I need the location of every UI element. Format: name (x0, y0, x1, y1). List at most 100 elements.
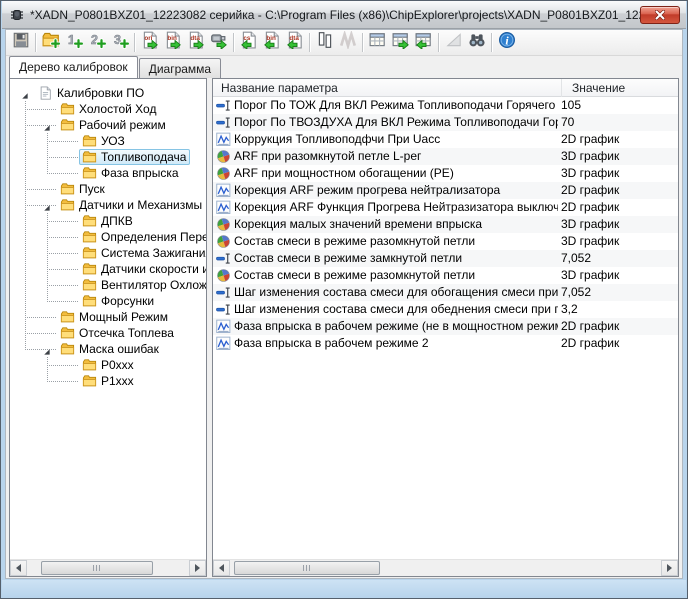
open-table-button[interactable] (366, 31, 389, 54)
parameter-row[interactable]: ARF при мощностном обогащении (РЕ) 3D гр… (213, 165, 678, 182)
scroll-right-button[interactable] (661, 560, 678, 576)
export-dta-button[interactable]: dta (184, 31, 207, 54)
expander-icon[interactable] (42, 345, 51, 354)
export-device-button[interactable] (207, 31, 230, 54)
add-layer-1-button[interactable]: 1 (62, 31, 85, 54)
tree-item-label: Калибровки ПО (57, 86, 144, 100)
param-value: 3,2 (561, 302, 578, 316)
tree-connector (25, 165, 26, 181)
file-out-icon: bin (164, 31, 182, 54)
expander-icon[interactable] (42, 121, 51, 130)
tree-item[interactable]: Датчики и Механизмы (10, 197, 206, 213)
tab-diagram[interactable]: Диаграмма (139, 58, 221, 78)
save-project-button[interactable] (9, 31, 32, 54)
tree-item[interactable]: Система Зажигания (10, 245, 206, 261)
tree-item[interactable]: УОЗ (10, 133, 206, 149)
folder-plus-icon (42, 31, 60, 54)
parameter-row[interactable]: Корекция ARF Функция Прогрева Нейтразиза… (213, 199, 678, 216)
parameter-row[interactable]: ARF при разомкнутой петле L-рег 3D графи… (213, 148, 678, 165)
list-horizontal-scrollbar[interactable] (213, 559, 678, 576)
tree-item[interactable]: Маска ошибак (10, 341, 206, 357)
folder-icon (60, 198, 75, 212)
calibration-tree: Калибровки ПО Холостой Ход Рабочий режим… (10, 79, 206, 389)
parameter-row[interactable]: Шаг изменения состава смеси для обогащен… (213, 284, 678, 301)
export-bin-button[interactable]: bin (161, 31, 184, 54)
import-bin-button[interactable]: bin (260, 31, 283, 54)
compare-dumps-button[interactable] (313, 31, 336, 54)
measure-button[interactable] (442, 31, 465, 54)
parameter-row[interactable]: Фаза впрыска в рабочем режиме (не в мощн… (213, 318, 678, 335)
toolbar-separator (233, 33, 234, 52)
folder-icon (82, 278, 97, 292)
tree-item[interactable]: Рабочий режим (10, 117, 206, 133)
tree-item[interactable]: Фаза впрыска (10, 165, 206, 181)
column-header-value[interactable]: Значение (561, 79, 625, 97)
scroll-thumb[interactable] (234, 561, 380, 575)
document-icon (38, 86, 53, 100)
info-button[interactable]: i (495, 31, 518, 54)
search-button[interactable] (465, 31, 488, 54)
arrow-right-icon (667, 564, 672, 572)
arrow-right-icon (195, 564, 200, 572)
folder-icon (60, 118, 75, 132)
scroll-left-button[interactable] (213, 560, 230, 576)
tree-item[interactable]: Определения Переда (10, 229, 206, 245)
tree-connector (47, 269, 79, 270)
scroll-thumb[interactable] (41, 561, 153, 575)
add-layer-2-button[interactable]: 2 (85, 31, 108, 54)
parameter-row[interactable]: Состав смеси в режиме замкнутой петли 7,… (213, 250, 678, 267)
folder-icon (60, 326, 75, 340)
tree-item[interactable]: Пуск (10, 181, 206, 197)
tree-item[interactable]: ДПКВ (10, 213, 206, 229)
parameter-row[interactable]: Коррукция Топливоподфчи При Uacc 2D граф… (213, 131, 678, 148)
parameter-row[interactable]: Фаза впрыска в рабочем режиме 2 2D графи… (213, 335, 678, 352)
parameter-row[interactable]: Порог По ТОЖ Для ВКЛ Режима Топливоподач… (213, 97, 678, 114)
parameter-row[interactable]: Порог По ТВОЗДУХА Для ВКЛ Режима Топливо… (213, 114, 678, 131)
tree-item[interactable]: P0xxx (10, 357, 206, 373)
close-button[interactable] (640, 6, 680, 24)
import-cs-button[interactable]: cs (237, 31, 260, 54)
add-layer-3-button[interactable]: 3 (108, 31, 131, 54)
merge-button[interactable] (336, 31, 359, 54)
folder-icon (82, 246, 97, 260)
arrow-left-icon (219, 564, 224, 572)
tree-item[interactable]: Калибровки ПО (10, 85, 206, 101)
scalar-icon (216, 115, 231, 130)
tab-calibration-tree[interactable]: Дерево калибровок (9, 56, 138, 78)
tree-horizontal-scrollbar[interactable] (10, 559, 206, 576)
folder-icon (82, 294, 97, 308)
2d-chart-icon (216, 336, 231, 351)
scroll-track[interactable] (27, 560, 189, 576)
parameter-row[interactable]: Шаг изменения состава смеси для обеднени… (213, 301, 678, 318)
scroll-track[interactable] (230, 560, 661, 576)
parameter-row[interactable]: Состав смеси в режиме разомкнутой петли … (213, 267, 678, 284)
scroll-right-button[interactable] (189, 560, 206, 576)
import-table-button[interactable] (412, 31, 435, 54)
parameter-row[interactable]: Состав смеси в режиме разомкнутой петли … (213, 233, 678, 250)
scroll-left-button[interactable] (10, 560, 27, 576)
export-table-button[interactable] (389, 31, 412, 54)
tree-item[interactable]: Форсунки (10, 293, 206, 309)
tree-item[interactable]: Вентилятор Охложде (10, 277, 206, 293)
parameter-row[interactable]: Корекция ARF режим прогрева нейтрализато… (213, 182, 678, 199)
tree-item[interactable]: Отсечка Топлева (10, 325, 206, 341)
titlebar[interactable]: *XADN_P0801BXZ01_12223082 серийка - C:\P… (2, 1, 686, 29)
tree-item[interactable]: Датчики скорости и А (10, 261, 206, 277)
add-folder-button[interactable] (39, 31, 62, 54)
tree-item[interactable]: Топливоподача (10, 149, 206, 165)
scalar-icon (216, 251, 231, 266)
tree-item-label: Мощный Режим (79, 310, 168, 324)
tree-connector (25, 309, 26, 325)
column-header-name[interactable]: Название параметра (221, 81, 338, 95)
export-ori-button[interactable]: ori (138, 31, 161, 54)
expander-icon[interactable] (42, 201, 51, 210)
parameter-row[interactable]: Корекция малых значений времени впрыска … (213, 216, 678, 233)
tree-item[interactable]: P1xxx (10, 373, 206, 389)
tree-item[interactable]: Холостой Ход (10, 101, 206, 117)
param-value: 70 (561, 115, 574, 129)
folder-icon (82, 230, 97, 244)
tree-item[interactable]: Мощный Режим (10, 309, 206, 325)
expander-icon[interactable] (20, 89, 29, 98)
param-name: Корекция малых значений времени впрыска (234, 217, 558, 231)
import-dta-button[interactable]: dta (283, 31, 306, 54)
